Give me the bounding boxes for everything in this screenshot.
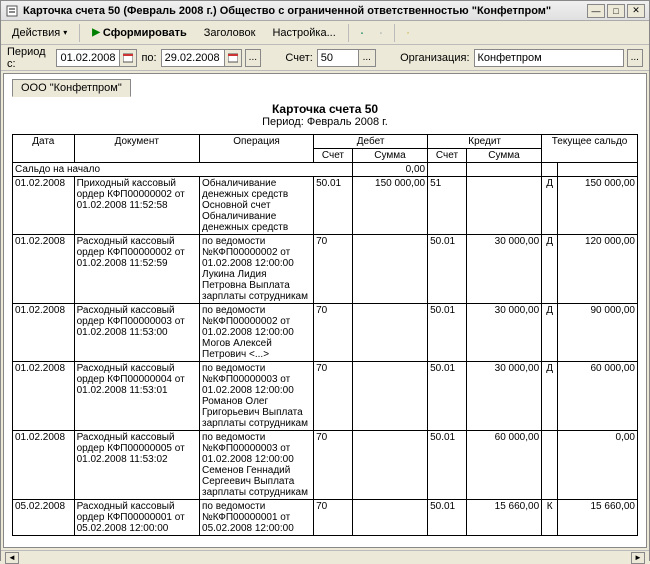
separator [79, 24, 80, 42]
actions-menu[interactable]: Действия ▾ [5, 23, 74, 43]
period-from-input[interactable] [56, 49, 120, 67]
account-input[interactable] [317, 49, 359, 67]
period-to-label: по: [141, 52, 156, 64]
col-debit-sum: Сумма [352, 149, 427, 163]
col-debit-acct: Счет [314, 149, 353, 163]
account-label: Счет: [285, 52, 312, 64]
col-doc: Документ [74, 135, 199, 163]
org-input[interactable] [474, 49, 624, 67]
settings-button[interactable]: Настройка... [265, 23, 342, 43]
calendar-icon[interactable] [119, 49, 137, 67]
filter-bar: Период с: по: ... Счет: ... Организация:… [1, 45, 649, 71]
period-from-label: Период с: [7, 46, 52, 70]
save-icon[interactable] [354, 25, 370, 41]
actions-label: Действия [12, 27, 60, 39]
minimize-button[interactable]: — [587, 4, 605, 18]
table-row[interactable]: 05.02.2008Расходный кассовый ордер КФП00… [13, 500, 638, 536]
help-icon[interactable]: ? [400, 25, 416, 41]
col-credit-sum: Сумма [466, 149, 541, 163]
scroll-left-button[interactable]: ◄ [5, 552, 19, 564]
toolbar: Действия ▾ ▶ Сформировать Заголовок Наст… [1, 21, 649, 45]
play-icon: ▶ [92, 27, 100, 38]
table-row[interactable]: 01.02.2008Расходный кассовый ордер КФП00… [13, 304, 638, 362]
header-button[interactable]: Заголовок [197, 23, 263, 43]
generate-label: Сформировать [103, 27, 187, 39]
col-date: Дата [13, 135, 75, 163]
separator [394, 24, 395, 42]
report-title: Карточка счета 50 [12, 102, 638, 116]
table-row[interactable]: 01.02.2008Приходный кассовый ордер КФП00… [13, 177, 638, 235]
col-balance: Текущее сальдо [542, 135, 638, 163]
col-credit-acct: Счет [428, 149, 467, 163]
window-title: Карточка счета 50 (Февраль 2008 г.) Обще… [23, 5, 583, 17]
table-row[interactable]: 01.02.2008Расходный кассовый ордер КФП00… [13, 235, 638, 304]
restore-icon[interactable] [373, 25, 389, 41]
settings-label: Настройка... [272, 27, 335, 39]
col-debit: Дебет [314, 135, 428, 149]
opening-balance-row: Сальдо на начало 0,00 [13, 163, 638, 177]
col-op: Операция [200, 135, 314, 163]
chevron-down-icon: ▾ [63, 28, 67, 37]
table-row[interactable]: 01.02.2008Расходный кассовый ордер КФП00… [13, 362, 638, 431]
close-button[interactable]: ✕ [627, 4, 645, 18]
generate-button[interactable]: ▶ Сформировать [85, 23, 194, 43]
titlebar: Карточка счета 50 (Февраль 2008 г.) Обще… [1, 1, 649, 21]
app-icon [5, 4, 19, 18]
table-row[interactable]: 01.02.2008Расходный кассовый ордер КФП00… [13, 431, 638, 500]
separator [348, 24, 349, 42]
report-viewport[interactable]: ООО "Конфетпром" Карточка счета 50 Перио… [3, 73, 647, 548]
period-ellipsis-button[interactable]: ... [245, 49, 261, 67]
account-ellipsis-button[interactable]: ... [358, 49, 376, 67]
maximize-button[interactable]: □ [607, 4, 625, 18]
org-label: Организация: [400, 52, 469, 64]
report-subtitle: Период: Февраль 2008 г. [12, 116, 638, 128]
scroll-right-button[interactable]: ► [631, 552, 645, 564]
statusbar: ◄ ► [1, 550, 649, 564]
report-table: Дата Документ Операция Дебет Кредит Теку… [12, 134, 638, 536]
col-credit: Кредит [428, 135, 542, 149]
header-label: Заголовок [204, 27, 256, 39]
sheet-tab[interactable]: ООО "Конфетпром" [12, 79, 131, 97]
period-to-input[interactable] [161, 49, 225, 67]
calendar-icon[interactable] [224, 49, 242, 67]
org-ellipsis-button[interactable]: ... [627, 49, 643, 67]
